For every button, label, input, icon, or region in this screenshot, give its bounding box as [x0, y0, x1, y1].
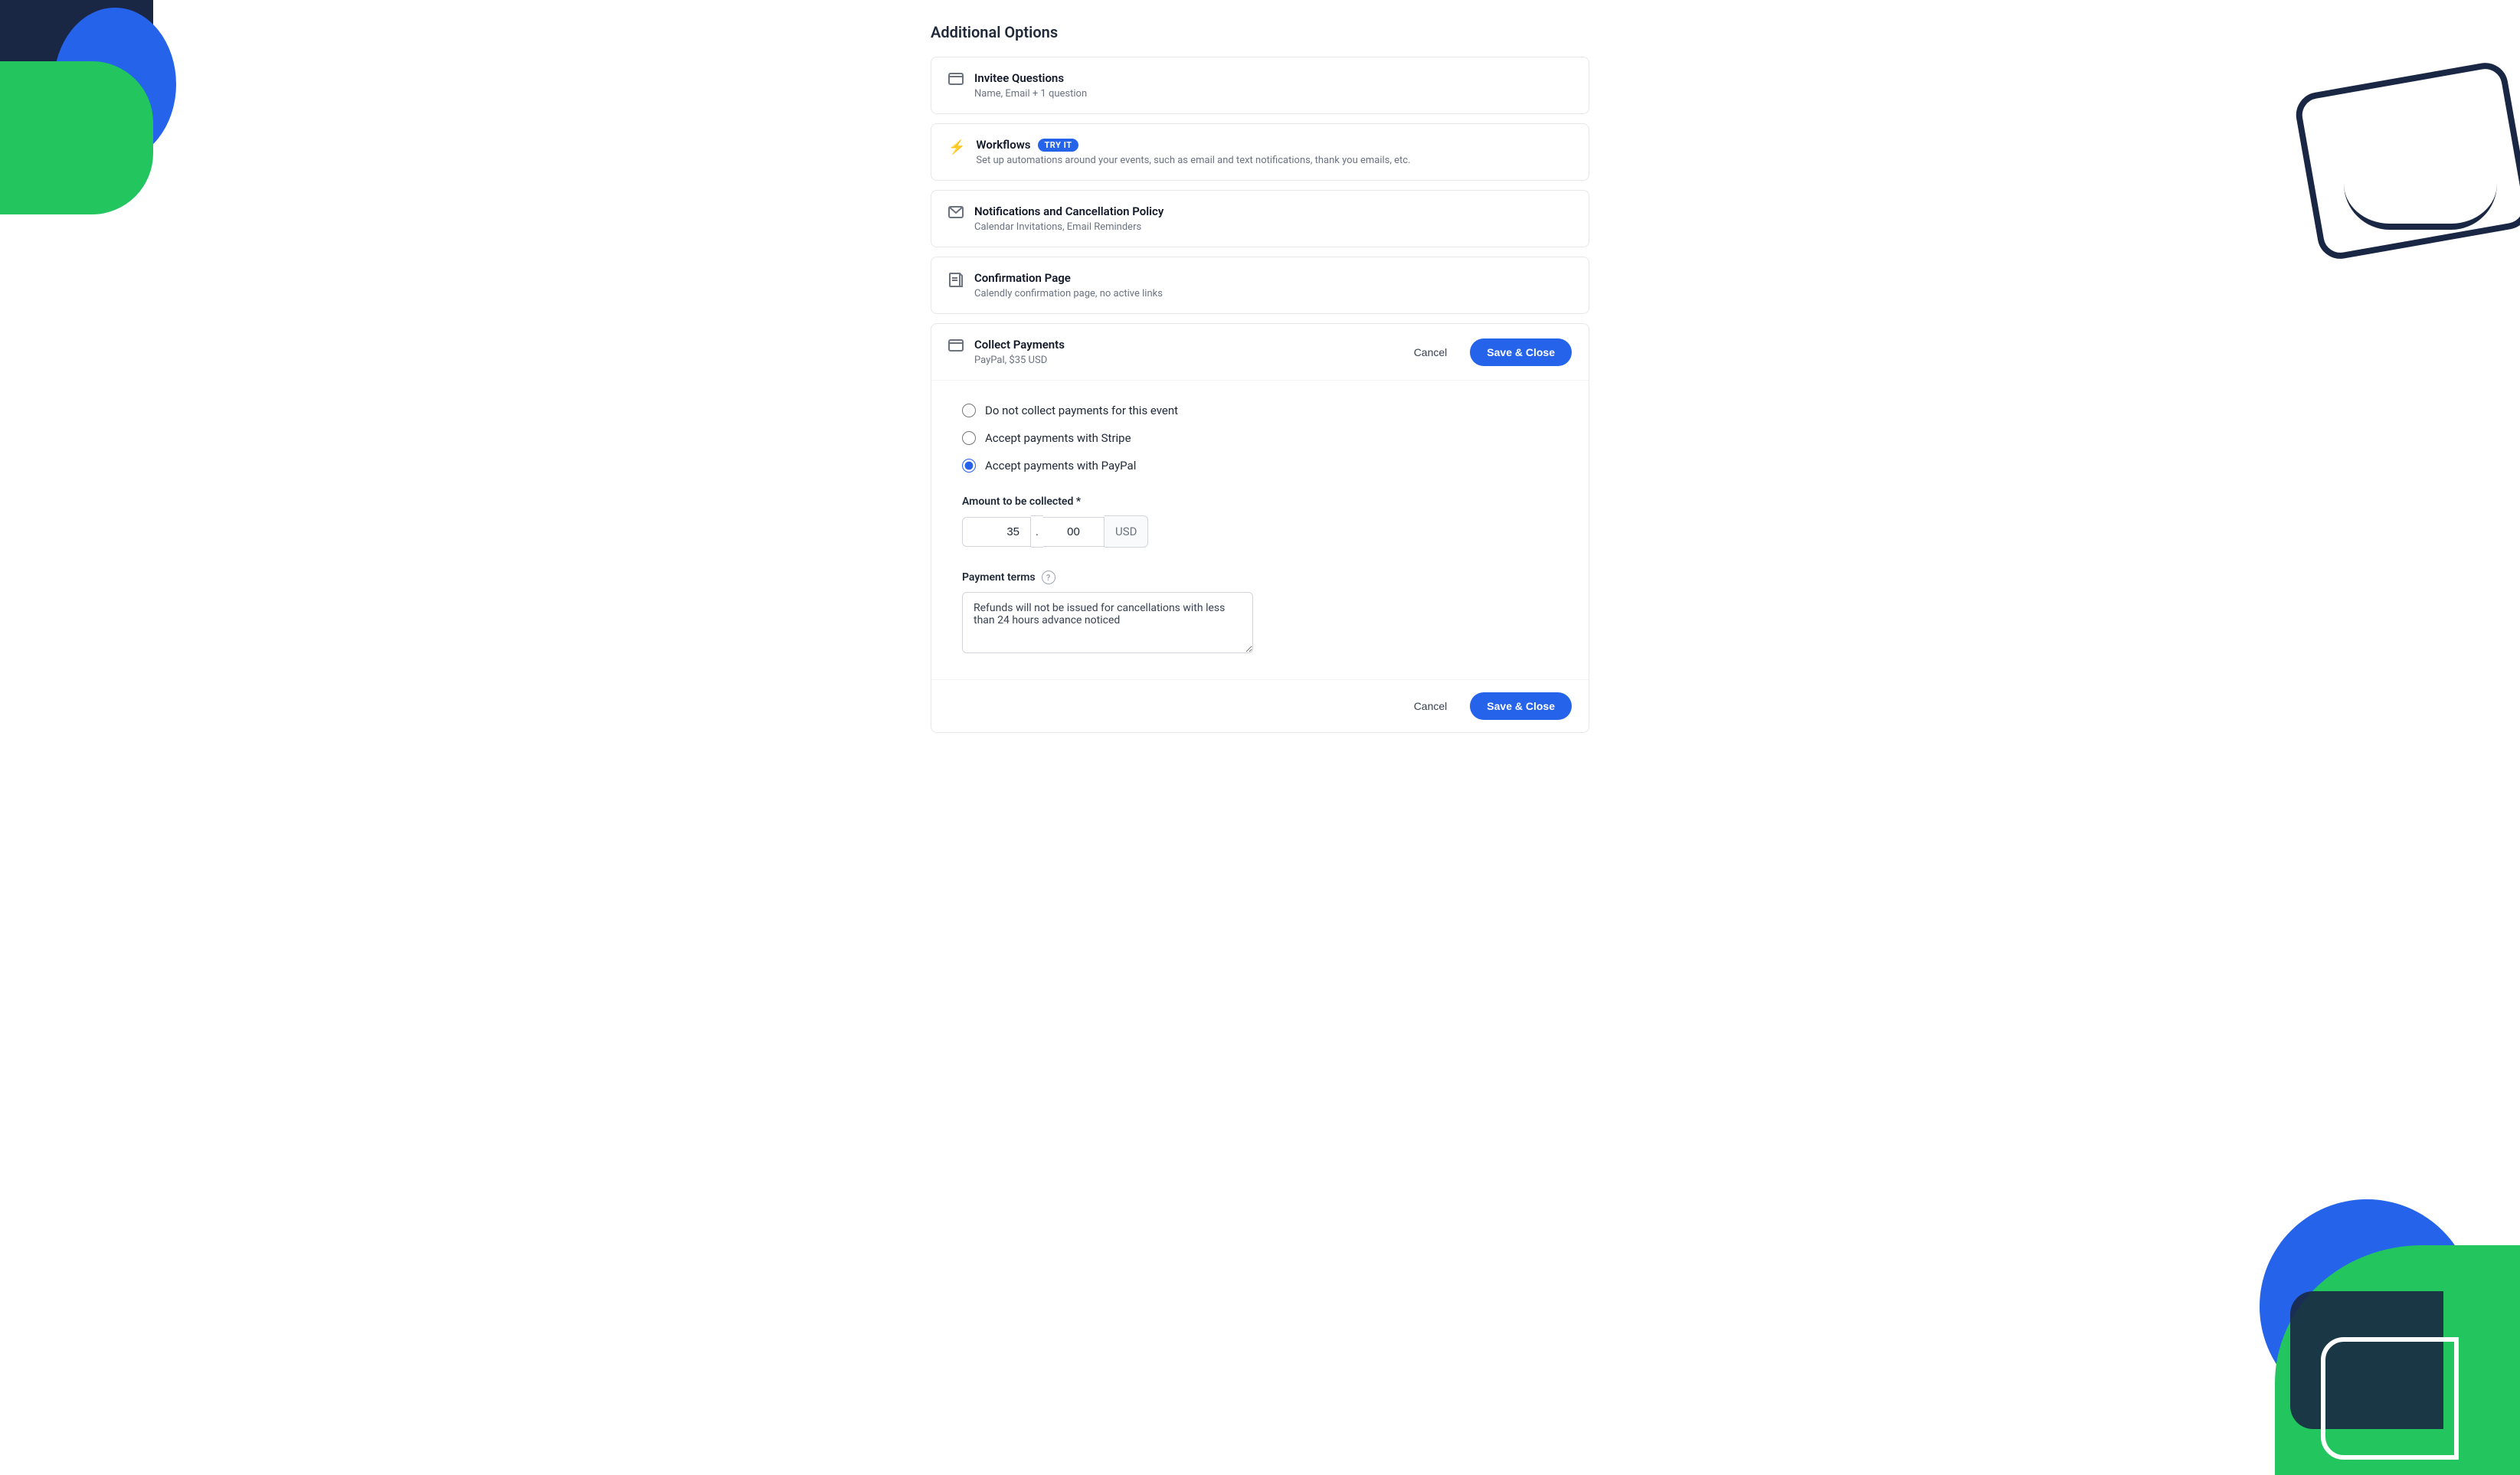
amount-dollars-input[interactable] — [962, 517, 1031, 547]
collect-payments-card: Collect Payments PayPal, $35 USD Cancel … — [931, 323, 1589, 733]
notifications-card[interactable]: Notifications and Cancellation Policy Ca… — [931, 190, 1589, 247]
payment-terms-textarea[interactable]: Refunds will not be issued for cancellat… — [962, 592, 1253, 653]
payments-body: Do not collect payments for this event A… — [931, 381, 1589, 679]
notifications-title: Notifications and Cancellation Policy — [974, 204, 1572, 218]
radio-paypal[interactable]: Accept payments with PayPal — [962, 459, 1558, 473]
invitee-questions-subtitle: Name, Email + 1 question — [974, 88, 1572, 100]
confirmation-page-title: Confirmation Page — [974, 271, 1572, 285]
amount-separator: . — [1031, 515, 1043, 548]
page-icon — [948, 273, 964, 292]
collect-payments-title-group: Collect Payments PayPal, $35 USD — [974, 338, 1065, 366]
footer-cancel-button[interactable]: Cancel — [1403, 694, 1458, 718]
workflows-card[interactable]: ⚡ Workflows TRY IT Set up automations ar… — [931, 123, 1589, 181]
footer-save-close-button[interactable]: Save & Close — [1470, 692, 1572, 720]
payment-terms-help-icon[interactable]: ? — [1042, 571, 1055, 584]
workflows-content: Workflows TRY IT Set up automations arou… — [976, 138, 1572, 166]
payment-terms-label-row: Payment terms ? — [962, 571, 1558, 584]
confirmation-page-card[interactable]: Confirmation Page Calendly confirmation … — [931, 257, 1589, 314]
page-title: Additional Options — [931, 23, 1589, 41]
amount-cents-input[interactable] — [1043, 517, 1105, 547]
main-content: Additional Options Invitee Questions Nam… — [915, 0, 1605, 764]
bolt-icon: ⚡ — [948, 139, 965, 155]
collect-payments-icon — [948, 339, 964, 355]
radio-paypal-label: Accept payments with PayPal — [985, 459, 1136, 473]
try-it-badge[interactable]: TRY IT — [1038, 139, 1078, 152]
workflows-subtitle: Set up automations around your events, s… — [976, 155, 1572, 166]
collect-payments-header-actions: Cancel Save & Close — [1403, 338, 1572, 366]
amount-row: . USD — [962, 515, 1558, 548]
workflows-title: Workflows TRY IT — [976, 138, 1572, 152]
radio-stripe[interactable]: Accept payments with Stripe — [962, 431, 1558, 445]
confirmation-page-subtitle: Calendly confirmation page, no active li… — [974, 288, 1572, 299]
invitee-questions-card[interactable]: Invitee Questions Name, Email + 1 questi… — [931, 57, 1589, 114]
confirmation-page-content: Confirmation Page Calendly confirmation … — [974, 271, 1572, 299]
radio-paypal-input[interactable] — [962, 459, 976, 473]
radio-stripe-input[interactable] — [962, 431, 976, 445]
invitee-questions-content: Invitee Questions Name, Email + 1 questi… — [974, 71, 1572, 100]
radio-stripe-label: Accept payments with Stripe — [985, 431, 1131, 445]
payment-terms-label-text: Payment terms — [962, 571, 1036, 584]
currency-label: USD — [1105, 515, 1148, 548]
amount-label: Amount to be collected * — [962, 495, 1558, 508]
header-cancel-button[interactable]: Cancel — [1403, 340, 1458, 365]
radio-no-payment-label: Do not collect payments for this event — [985, 404, 1178, 417]
collect-payments-title: Collect Payments — [974, 338, 1065, 352]
collect-payments-header-left: Collect Payments PayPal, $35 USD — [948, 338, 1065, 366]
header-save-close-button[interactable]: Save & Close — [1470, 338, 1572, 366]
collect-payments-header: Collect Payments PayPal, $35 USD Cancel … — [931, 324, 1589, 381]
invitee-questions-title: Invitee Questions — [974, 71, 1572, 85]
notifications-content: Notifications and Cancellation Policy Ca… — [974, 204, 1572, 233]
notifications-subtitle: Calendar Invitations, Email Reminders — [974, 221, 1572, 233]
card-icon — [948, 73, 964, 89]
radio-no-payment[interactable]: Do not collect payments for this event — [962, 404, 1558, 417]
collect-payments-subtitle: PayPal, $35 USD — [974, 355, 1065, 366]
mail-icon — [948, 206, 964, 222]
radio-no-payment-input[interactable] — [962, 404, 976, 417]
payment-radio-group: Do not collect payments for this event A… — [962, 404, 1558, 473]
payments-footer: Cancel Save & Close — [931, 679, 1589, 732]
